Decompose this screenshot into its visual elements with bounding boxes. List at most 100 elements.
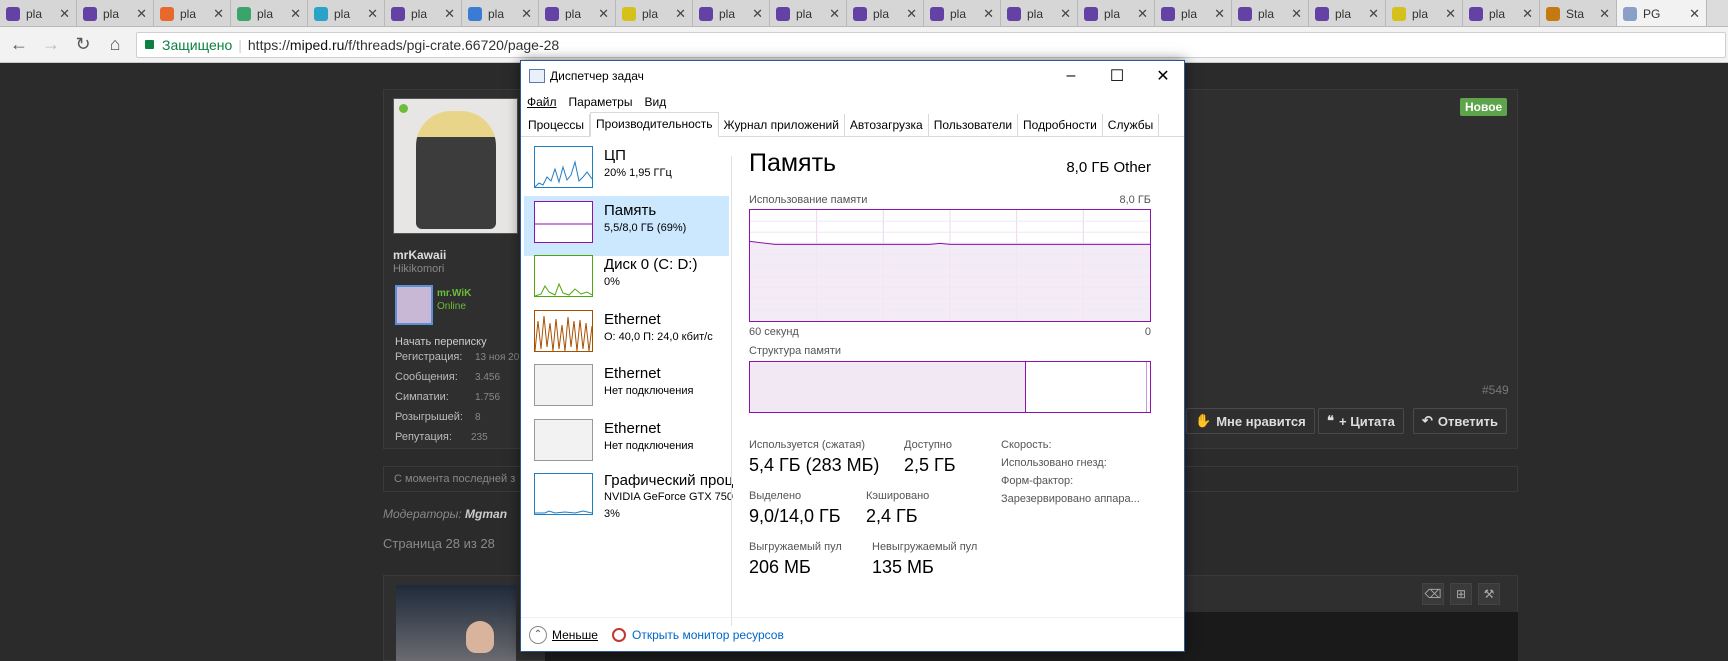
resource-item[interactable]: Ethernet Нет подключения [524, 359, 729, 419]
tab-4[interactable]: Пользователи [929, 114, 1019, 136]
browser-tab[interactable]: pla ✕ [1386, 0, 1463, 26]
tab-favicon-icon [1392, 6, 1406, 21]
tab-close-icon[interactable]: ✕ [1445, 6, 1456, 22]
tab-2[interactable]: Журнал приложений [719, 114, 845, 136]
menu-file[interactable]: Файл [527, 95, 557, 109]
browser-tab[interactable]: pla ✕ [154, 0, 231, 26]
tab-title: pla [642, 6, 659, 21]
resource-item[interactable]: Ethernet Нет подключения [524, 414, 729, 474]
tab-close-icon[interactable]: ✕ [752, 6, 763, 22]
post-username[interactable]: mrKawaii [393, 248, 446, 262]
browser-tab[interactable]: pla ✕ [1309, 0, 1386, 26]
tab-6[interactable]: Службы [1103, 114, 1160, 136]
tab-5[interactable]: Подробности [1018, 114, 1103, 136]
browser-tab[interactable]: pla ✕ [308, 0, 385, 26]
tab-close-icon[interactable]: ✕ [444, 6, 455, 22]
tab-close-icon[interactable]: ✕ [1291, 6, 1302, 22]
resource-subtitle: Нет подключения [604, 385, 694, 397]
tab-close-icon[interactable]: ✕ [829, 6, 840, 22]
friend-name[interactable]: mr.WiK [437, 288, 471, 299]
tab-close-icon[interactable]: ✕ [213, 6, 224, 22]
resource-item[interactable]: Память 5,5/8,0 ГБ (69%) [524, 195, 729, 256]
reply-user-avatar[interactable] [396, 585, 516, 661]
minimize-icon[interactable]: – [1048, 61, 1094, 91]
tab-close-icon[interactable]: ✕ [906, 6, 917, 22]
pane-divider[interactable] [731, 156, 732, 626]
tab-close-icon[interactable]: ✕ [59, 6, 70, 22]
post-number[interactable]: #549 [1482, 383, 1509, 397]
open-resource-monitor-link[interactable]: Открыть монитор ресурсов [632, 628, 784, 642]
browser-tab[interactable]: pla ✕ [77, 0, 154, 26]
title-bar[interactable]: Диспетчер задач – ☐ ✕ [521, 61, 1184, 91]
grid-icon[interactable]: ⊞ [1450, 583, 1472, 605]
user-stat-label: Симпатии: [395, 391, 449, 403]
browser-tab[interactable]: pla ✕ [231, 0, 308, 26]
reload-icon[interactable]: ↻ [70, 32, 96, 58]
browser-tab[interactable]: PG ✕ [1617, 0, 1707, 26]
browser-tab[interactable]: pla ✕ [385, 0, 462, 26]
tab-0[interactable]: Процессы [523, 114, 591, 136]
reply-button[interactable]: ↶ Ответить [1413, 408, 1507, 434]
tab-close-icon[interactable]: ✕ [1368, 6, 1379, 22]
friend-status: Online [437, 301, 466, 312]
resource-item[interactable]: ЦП 20% 1,95 ГГц [524, 141, 729, 201]
tab-close-icon[interactable]: ✕ [1522, 6, 1533, 22]
browser-tab[interactable]: pla ✕ [1463, 0, 1540, 26]
browser-tab[interactable]: pla ✕ [616, 0, 693, 26]
resource-item[interactable]: Графический проц NVIDIA GeForce GTX 750 3% [524, 468, 733, 528]
start-conversation-link[interactable]: Начать переписку [395, 336, 487, 348]
page-info: Страница 28 из 28 [383, 536, 495, 551]
chevron-up-icon[interactable]: ⌃ [529, 625, 547, 644]
eraser-icon[interactable]: ⌫ [1422, 583, 1444, 605]
fewer-details-link[interactable]: Меньше [552, 628, 598, 642]
browser-tab[interactable]: pla ✕ [0, 0, 77, 26]
browser-tab[interactable]: pla ✕ [693, 0, 770, 26]
tab-close-icon[interactable]: ✕ [1599, 6, 1610, 22]
tab-close-icon[interactable]: ✕ [136, 6, 147, 22]
menu-options[interactable]: Параметры [569, 95, 633, 109]
like-button[interactable]: ✋ Мне нравится [1186, 408, 1315, 434]
tab-close-icon[interactable]: ✕ [290, 6, 301, 22]
browser-tab[interactable]: pla ✕ [539, 0, 616, 26]
tab-close-icon[interactable]: ✕ [598, 6, 609, 22]
back-icon[interactable]: ← [6, 32, 32, 58]
browser-tab[interactable]: pla ✕ [924, 0, 1001, 26]
tab-close-icon[interactable]: ✕ [367, 6, 378, 22]
tab-close-icon[interactable]: ✕ [1060, 6, 1071, 22]
quote-button[interactable]: ❝ + Цитата [1318, 408, 1404, 434]
browser-tab[interactable]: pla ✕ [1232, 0, 1309, 26]
home-icon[interactable]: ⌂ [102, 32, 128, 58]
browser-tab[interactable]: pla ✕ [1078, 0, 1155, 26]
url-scheme: https:// [247, 36, 290, 53]
tab-close-icon[interactable]: ✕ [521, 6, 532, 22]
tab-1[interactable]: Производительность [590, 112, 719, 137]
slots-label: Использовано гнезд: [1001, 457, 1107, 469]
user-avatar[interactable] [393, 98, 518, 234]
browser-tab[interactable]: pla ✕ [847, 0, 924, 26]
browser-tab[interactable]: pla ✕ [770, 0, 847, 26]
tab-close-icon[interactable]: ✕ [983, 6, 994, 22]
maximize-icon[interactable]: ☐ [1094, 61, 1140, 91]
browser-tab[interactable]: Sta ✕ [1540, 0, 1617, 26]
tab-close-icon[interactable]: ✕ [1137, 6, 1148, 22]
forward-icon[interactable]: → [38, 32, 64, 58]
address-bar[interactable]: Защищено | https://miped.ru/f/threads/pg… [136, 31, 1726, 58]
browser-tab[interactable]: pla ✕ [1001, 0, 1078, 26]
user-stat-value: 8 [475, 412, 481, 423]
browser-tab[interactable]: pla ✕ [462, 0, 539, 26]
tab-3[interactable]: Автозагрузка [845, 114, 929, 136]
resource-item[interactable]: Диск 0 (C: D:) 0% [524, 250, 729, 310]
resource-item[interactable]: Ethernet О: 40,0 П: 24,0 кбит/с [524, 305, 729, 365]
close-icon[interactable]: ✕ [1140, 61, 1186, 91]
browser-tab[interactable]: pla ✕ [1155, 0, 1232, 26]
tab-close-icon[interactable]: ✕ [1689, 6, 1700, 22]
avatar-face [466, 621, 494, 653]
tab-title: pla [103, 6, 120, 21]
friend-avatar[interactable] [395, 285, 433, 325]
tab-favicon-icon [237, 6, 251, 21]
menu-view[interactable]: Вид [644, 95, 666, 109]
tab-close-icon[interactable]: ✕ [1214, 6, 1225, 22]
wrench-icon[interactable]: ⚒ [1478, 583, 1500, 605]
moderator-name[interactable]: Mgman [465, 507, 507, 521]
tab-close-icon[interactable]: ✕ [675, 6, 686, 22]
